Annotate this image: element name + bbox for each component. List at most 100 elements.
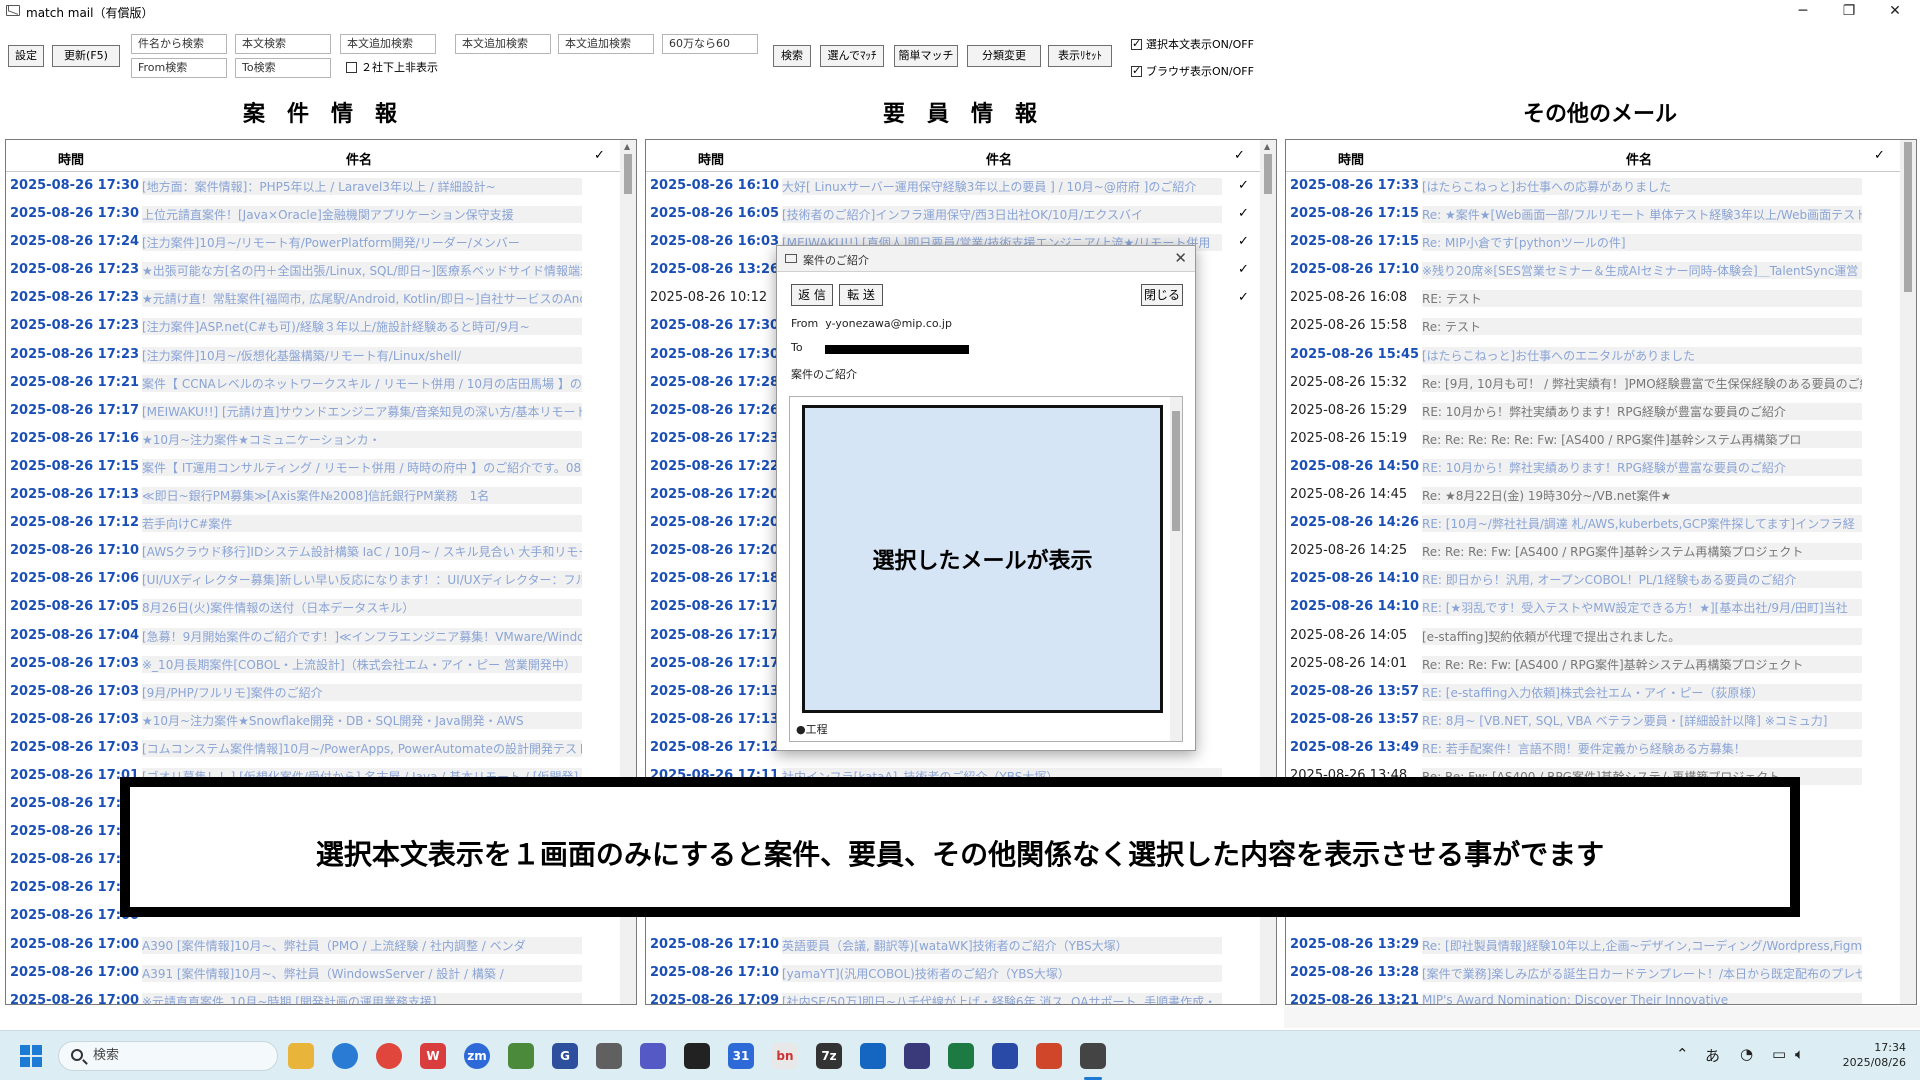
mail-row[interactable]: 2025-08-26 17:21 案件【 CCNAレベルのネットワークスキル / …: [6, 369, 618, 397]
time-column-header[interactable]: 時間: [698, 149, 724, 168]
subject-column-header[interactable]: 件名: [346, 149, 372, 168]
body-add-search-input-3[interactable]: 本文追加検索: [558, 34, 654, 54]
mail-row[interactable]: 2025-08-26 17:04 [急募！9月開始案件のご紹介です！]≪インフラエ…: [6, 622, 618, 650]
popup-close-button[interactable]: 閉じる: [1141, 284, 1183, 306]
mail-row[interactable]: 2025-08-26 17:15 案件【 IT運用コンサルティング / リモート併…: [6, 453, 618, 481]
mail-row[interactable]: 2025-08-26 17:00 A391 [案件情報]10月~、弊社員（Wind…: [6, 959, 618, 987]
mail-row[interactable]: 2025-08-26 17:10 英語要員（会議, 翻訳等)[wataWK]技術者…: [646, 931, 1258, 959]
mail-row[interactable]: 2025-08-26 17:23 [注力案件]ASP.net(C#も可)/経験３年…: [6, 312, 618, 340]
mail-row[interactable]: 2025-08-26 14:25 Re: Re: Re: Fw: [AS400 /…: [1286, 537, 1898, 565]
chrome-icon[interactable]: [376, 1043, 402, 1069]
mail-row[interactable]: 2025-08-26 16:08 RE: テスト: [1286, 284, 1898, 312]
calculator-icon[interactable]: [596, 1043, 622, 1069]
chevron-up-icon[interactable]: ⌃: [1676, 1045, 1689, 1063]
mail-row[interactable]: 2025-08-26 17:23 [注力案件]10月~/仮想化基盤構築/リモート有…: [6, 341, 618, 369]
hide-below2-checkbox[interactable]: ２社下上非表示: [346, 61, 438, 75]
easy-match-button[interactable]: 簡単マッチ: [894, 45, 958, 67]
search-button[interactable]: 検索: [773, 45, 811, 67]
mail-row[interactable]: 2025-08-26 15:45 [はたらこねっと]お仕事へのエニタルがありました: [1286, 341, 1898, 369]
mail-row[interactable]: 2025-08-26 13:57 RE: 8月~ [VB.NET, SQL, VB…: [1286, 706, 1898, 734]
scroll-up-icon[interactable]: ▲: [1264, 142, 1270, 151]
mail-row[interactable]: 2025-08-26 17:03 ★10月~注力案件★Snowflake開発・DB…: [6, 706, 618, 734]
check-column-header[interactable]: ✓: [1874, 148, 1885, 163]
close-button[interactable]: ✕: [1872, 0, 1918, 24]
body-search-input[interactable]: 本文検索: [235, 34, 331, 54]
mail-row[interactable]: 2025-08-26 17:24 [注力案件]10月~/リモート有/PowerPl…: [6, 228, 618, 256]
scroll-thumb[interactable]: [1904, 142, 1912, 292]
mail-row[interactable]: 2025-08-26 17:23 ★出張可能な方[名の円＋全国出張/Linux, …: [6, 256, 618, 284]
calendar-icon[interactable]: 31: [728, 1043, 754, 1069]
mail-row[interactable]: 2025-08-26 16:05 [技術者のご紹介]インフラ運用保守/西3日出社O…: [646, 200, 1258, 228]
chatgpt-icon[interactable]: [684, 1043, 710, 1069]
subject-column-header[interactable]: 件名: [986, 149, 1012, 168]
mail-row[interactable]: 2025-08-26 17:15 Re: ★案件★[Web画面一部/フルリモート …: [1286, 200, 1898, 228]
bn-app-icon[interactable]: bn: [772, 1043, 798, 1069]
mail-row[interactable]: 2025-08-26 14:50 RE: 10月から！弊社実績あります！RPG経験…: [1286, 453, 1898, 481]
mail-row[interactable]: 2025-08-26 17:03 ※_10月長期案件[COBOL・上流設計]（株式…: [6, 650, 618, 678]
display-reset-button[interactable]: 表示ﾘｾｯﾄ: [1048, 45, 1112, 67]
scroll-up-icon[interactable]: ▲: [624, 142, 630, 151]
outlook-icon[interactable]: [860, 1043, 886, 1069]
body-scrollbar[interactable]: [1170, 397, 1182, 741]
clock[interactable]: 17:34 2025/08/26: [1836, 1040, 1906, 1070]
mail-row[interactable]: 2025-08-26 17:16 ★10月~注力案件★コミュニケーションカ・: [6, 425, 618, 453]
mail-app-icon[interactable]: [1080, 1043, 1106, 1069]
mail-check[interactable]: ✓: [1238, 262, 1249, 277]
settings-button[interactable]: 設定: [8, 45, 44, 67]
mail-row[interactable]: 2025-08-26 14:45 Re: ★8月22日(金) 19時30分~/VB…: [1286, 481, 1898, 509]
teams-icon[interactable]: [640, 1043, 666, 1069]
mail-row[interactable]: 2025-08-26 15:58 Re: テスト: [1286, 312, 1898, 340]
mail-row[interactable]: 2025-08-26 13:49 RE: 若手配案件！言語不問！要件定義から経験あ…: [1286, 734, 1898, 762]
mail-row[interactable]: 2025-08-26 14:26 RE: [10月~/弊社社員/調達 札/AWS,…: [1286, 509, 1898, 537]
edge-icon[interactable]: [332, 1043, 358, 1069]
body-scroll-thumb[interactable]: [1172, 411, 1180, 531]
subject-search-input[interactable]: 件名から検索: [131, 34, 227, 54]
reply-button[interactable]: 返 信: [791, 284, 833, 306]
mail-row[interactable]: 2025-08-26 17:03 [コムコンステム案件情報]10月~/PowerA…: [6, 734, 618, 762]
mail-row[interactable]: 2025-08-26 17:10 [AWSクラウド移行]IDシステム設計構築 Ia…: [6, 537, 618, 565]
notepad-icon[interactable]: [904, 1043, 930, 1069]
mail-check[interactable]: ✓: [1238, 234, 1249, 249]
mail-row[interactable]: 2025-08-26 14:05 [e-staffing]契約依頼が代理で提出され…: [1286, 622, 1898, 650]
mail-row[interactable]: 2025-08-26 17:23 ★元請け直！常駐案件[福岡市, 広尾駅/Andr…: [6, 284, 618, 312]
mail-row[interactable]: 2025-08-26 15:29 RE: 10月から！弊社実績あります！RPG経験…: [1286, 397, 1898, 425]
mail-row[interactable]: 2025-08-26 13:28 [案件で業務]楽しみ広がる誕生日カードテンプレー…: [1286, 959, 1898, 987]
mail-row[interactable]: 2025-08-26 17:30 [地方面：案件情報]：PHP5年以上 / Lar…: [6, 172, 618, 200]
mail-row[interactable]: 2025-08-26 17:00 A390 [案件情報]10月~、弊社員（PMO …: [6, 931, 618, 959]
from-search-input[interactable]: From検索: [131, 58, 227, 78]
start-icon[interactable]: [20, 1045, 42, 1067]
g-app-icon[interactable]: G: [552, 1043, 578, 1069]
mail-row[interactable]: 2025-08-26 17:06 [UI/UXディレクター募集]新しい早い反応にな…: [6, 565, 618, 593]
mail-row[interactable]: 2025-08-26 13:29 Re: [即社製員情報]経験10年以上,企画~デ…: [1286, 931, 1898, 959]
volume-icon[interactable]: 🔈︎: [1795, 1045, 1804, 1063]
mail-row[interactable]: 2025-08-26 17:30 上位元請直案件！[Java×Oracle]金融機…: [6, 200, 618, 228]
network-icon[interactable]: ▭: [1772, 1045, 1786, 1063]
body-display-toggle[interactable]: 選択本文表示ON/OFF: [1131, 37, 1254, 52]
mail-row[interactable]: 2025-08-26 16:10 大好[ Linuxサーバー運用保守経験3年以上の…: [646, 172, 1258, 200]
mail-row[interactable]: 2025-08-26 17:03 [9月/PHP/フルリモ]案件のご紹介: [6, 678, 618, 706]
minimize-button[interactable]: ─: [1780, 0, 1826, 24]
app-icon[interactable]: [992, 1043, 1018, 1069]
status-icon[interactable]: ◔: [1740, 1045, 1753, 1063]
mail-check[interactable]: ✓: [1238, 290, 1249, 305]
mail-row[interactable]: 2025-08-26 15:19 Re: Re: Re: Re: Re: Fw: …: [1286, 425, 1898, 453]
mail-row[interactable]: 2025-08-26 17:12 若手向けC#案件: [6, 509, 618, 537]
classify-change-button[interactable]: 分類変更: [967, 45, 1041, 67]
file-explorer-icon[interactable]: [288, 1043, 314, 1069]
mail-row[interactable]: 2025-08-26 13:57 RE: [e-staffing入力依頼]株式会社…: [1286, 678, 1898, 706]
maximize-button[interactable]: ❐: [1826, 0, 1872, 24]
powerpoint-icon[interactable]: [1036, 1043, 1062, 1069]
mail-row[interactable]: 2025-08-26 14:10 RE: [★羽乱です！受入テストやMW設定できる…: [1286, 593, 1898, 621]
mail-row[interactable]: 2025-08-26 15:32 Re: [9月, 10月も可！ / 弊社実績有！…: [1286, 369, 1898, 397]
time-column-header[interactable]: 時間: [1338, 149, 1364, 168]
mail-row[interactable]: 2025-08-26 17:09 [社内SE/50万]即日~八千代線が上げ・経験6…: [646, 987, 1258, 1004]
browser-display-toggle[interactable]: ブラウザ表示ON/OFF: [1131, 64, 1254, 79]
mail-row[interactable]: 2025-08-26 17:05 8月26日(火)案件情報の送付（日本データスキル…: [6, 593, 618, 621]
mail-row[interactable]: 2025-08-26 17:00 ※元請直直案件_10月~時期 [開発計画の運用業…: [6, 987, 618, 1004]
mail-check[interactable]: ✓: [1238, 178, 1249, 193]
mail-row[interactable]: 2025-08-26 17:10 [yamaYT](汎用COBOL)技術者のご紹介…: [646, 959, 1258, 987]
mail-row[interactable]: 2025-08-26 13:21 MIP's Award Nomination: …: [1286, 987, 1898, 1004]
body-add-search-input-1[interactable]: 本文追加検索: [340, 34, 436, 54]
to-search-input[interactable]: To検索: [235, 58, 331, 78]
popup-close-icon[interactable]: ✕: [1174, 249, 1187, 267]
